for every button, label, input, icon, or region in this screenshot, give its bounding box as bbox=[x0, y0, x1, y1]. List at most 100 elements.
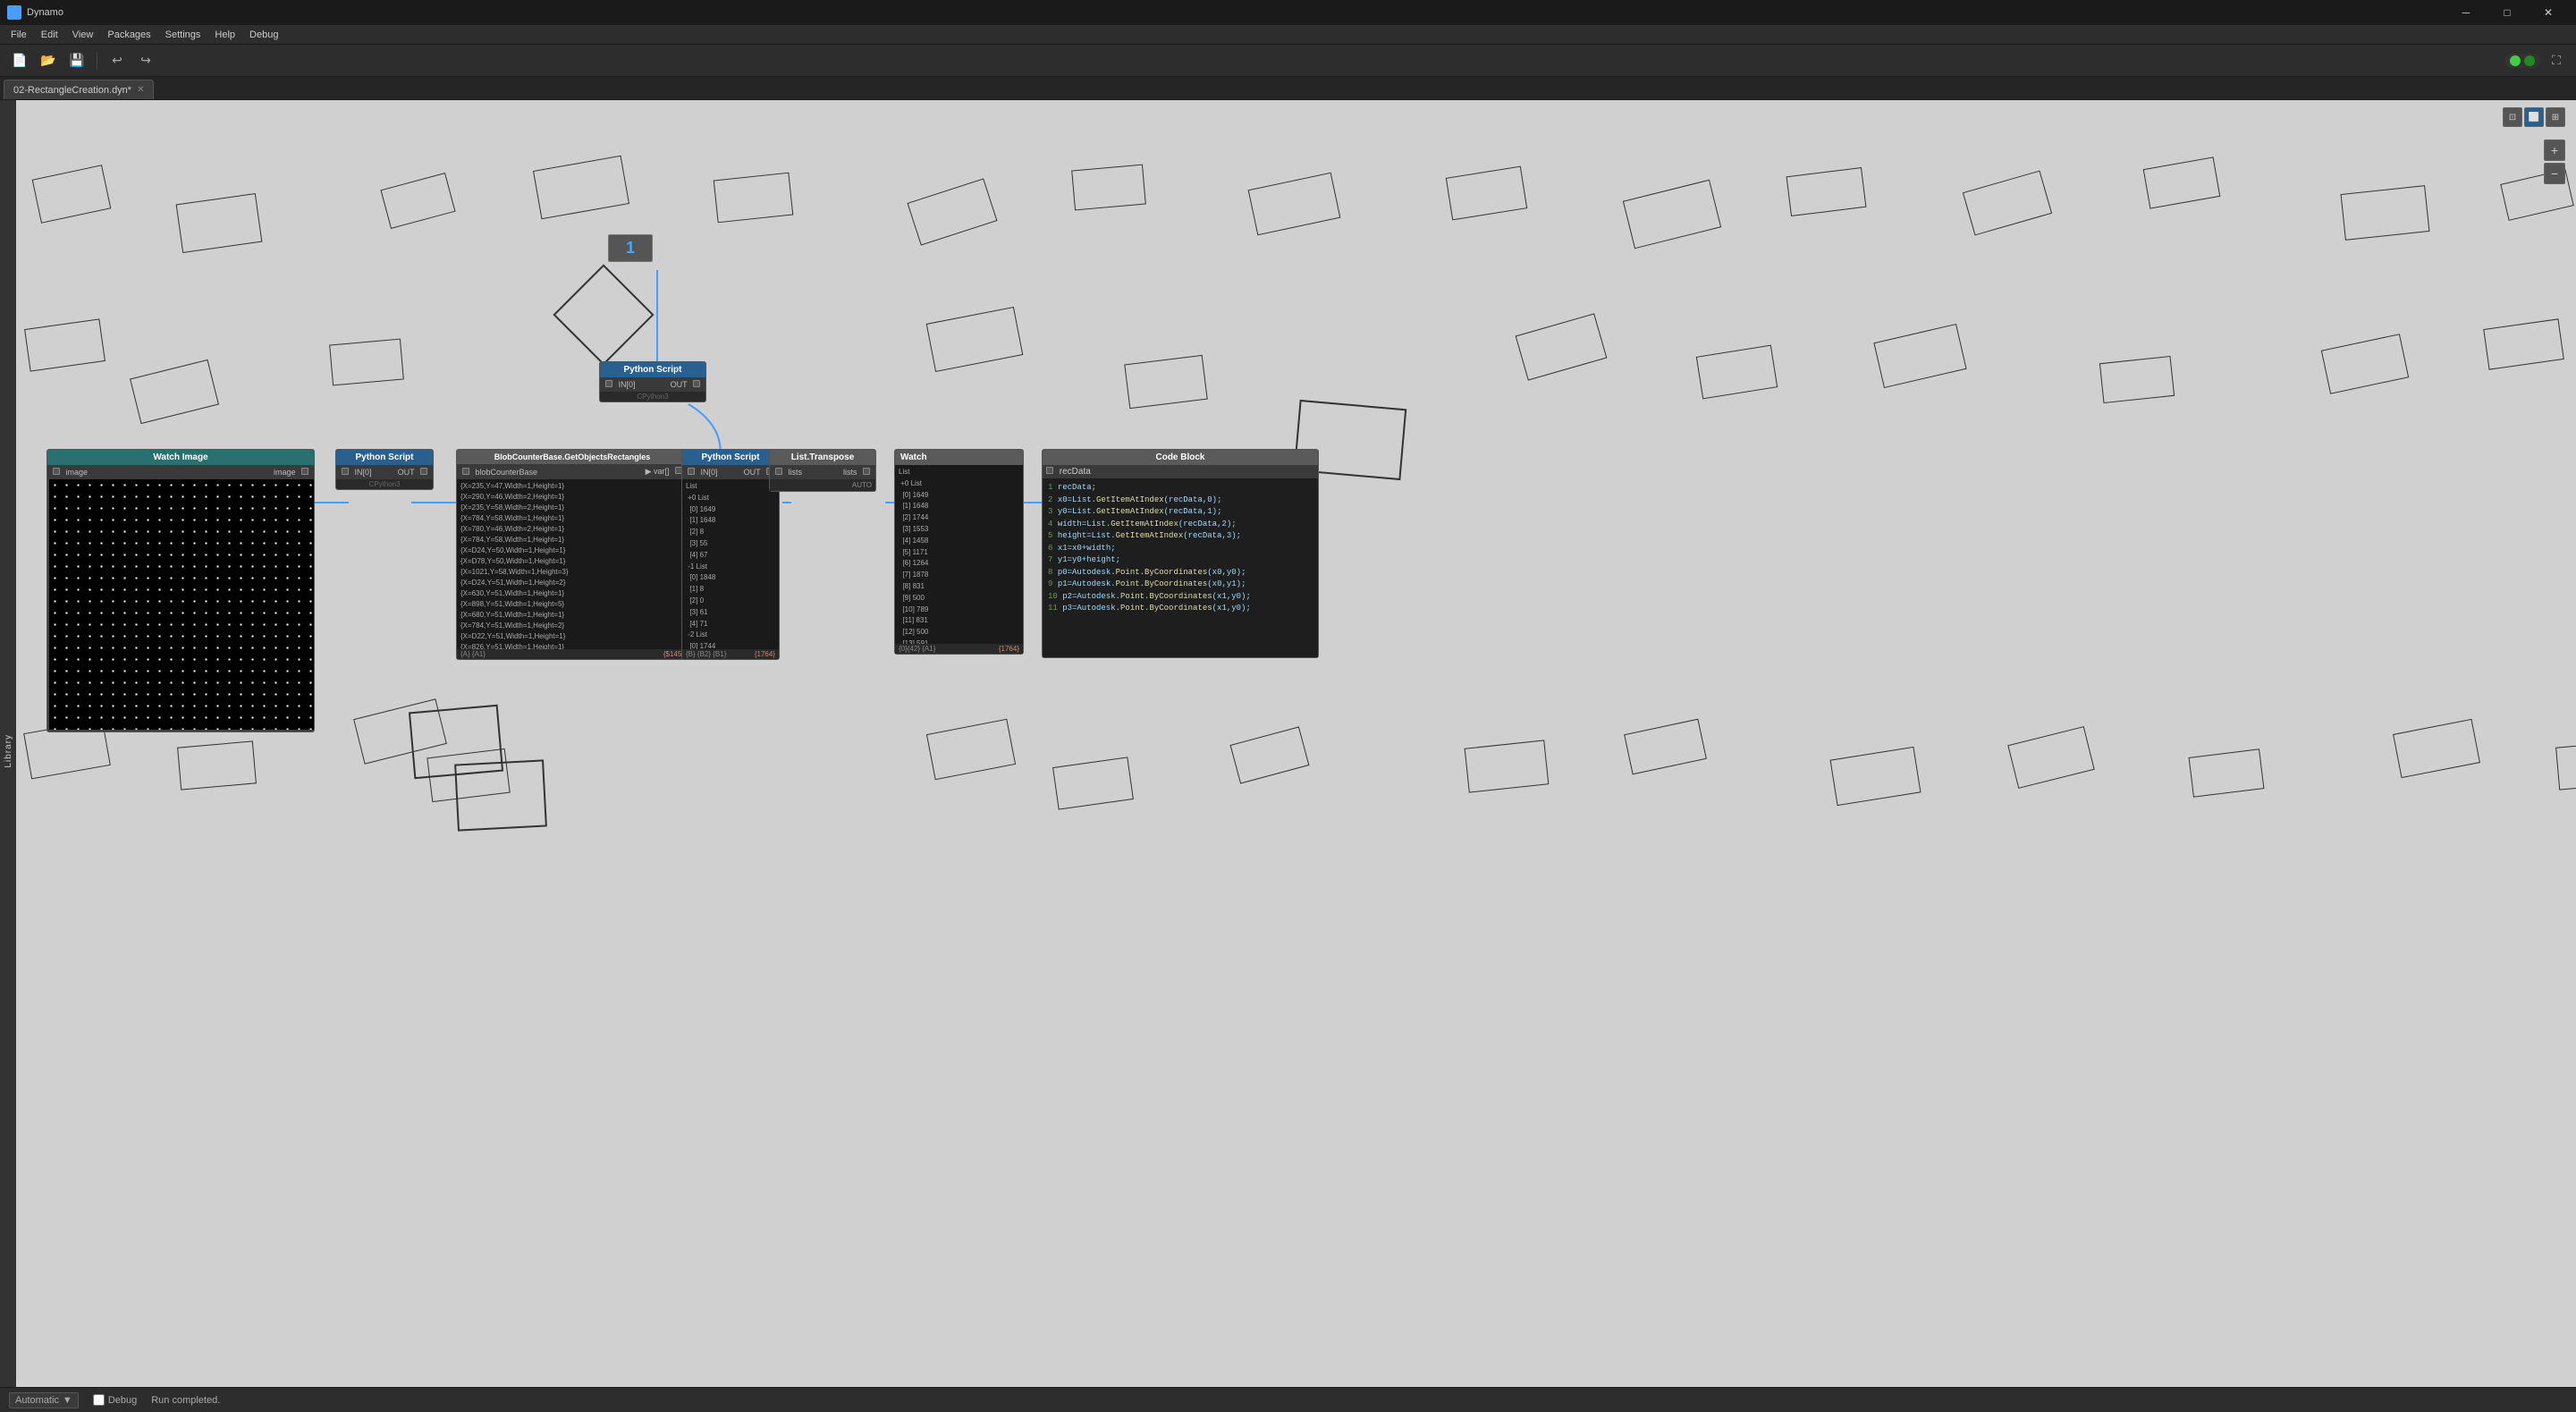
code-block-header: Code Block bbox=[1043, 450, 1318, 465]
zoom-minus-button[interactable]: − bbox=[2544, 163, 2565, 184]
tab-label: 02-RectangleCreation.dyn* bbox=[13, 85, 131, 96]
code-block-content[interactable]: 1 recData; 2 x0=List.GetItemAtIndex(recD… bbox=[1043, 478, 1318, 657]
menubar: File Edit View Packages Settings Help De… bbox=[0, 25, 2576, 45]
zoom-controls: + − bbox=[2544, 140, 2565, 184]
tab-rectangle-creation[interactable]: 02-RectangleCreation.dyn* ✕ bbox=[4, 80, 154, 99]
bc-out-label: ▶ var[] bbox=[646, 467, 682, 477]
tab-close-icon[interactable]: ✕ bbox=[137, 85, 144, 95]
python-script-node-top[interactable]: Python Script IN[0] OUT CPython3 bbox=[599, 361, 706, 402]
bg-rect-10 bbox=[1623, 180, 1721, 249]
list-transpose-body: lists lists bbox=[770, 465, 875, 479]
bg-rect-4 bbox=[533, 156, 629, 220]
menu-view[interactable]: View bbox=[65, 25, 101, 45]
watch-image-node[interactable]: Watch Image image image bbox=[46, 449, 315, 732]
python-script-right-content: List +0 List [0] 1649 [1] 1648 [2] 8 [3]… bbox=[682, 479, 779, 649]
split-view-btn[interactable]: ⊞ bbox=[2546, 107, 2565, 127]
port-out-label: OUT bbox=[671, 380, 700, 389]
bg-rect-40 bbox=[2555, 740, 2576, 790]
bg-rect-2 bbox=[176, 193, 263, 253]
lt-footer: AUTO bbox=[852, 481, 872, 489]
python-script-top-body: IN[0] OUT bbox=[600, 377, 705, 392]
bc-footer-text: {A} {A1} bbox=[460, 650, 486, 658]
zoom-plus-button[interactable]: + bbox=[2544, 140, 2565, 161]
run-dot-2 bbox=[2524, 55, 2535, 66]
blob-counter-content: {X=235,Y=47,Width=1,Height=1} {X=290,Y=4… bbox=[457, 479, 688, 649]
watch-node[interactable]: Watch List +0 List [0] 1649 [1] 1648 [2]… bbox=[894, 449, 1024, 655]
library-sidebar[interactable]: Library bbox=[0, 100, 16, 1401]
menu-packages[interactable]: Packages bbox=[100, 25, 157, 45]
menu-settings[interactable]: Settings bbox=[158, 25, 208, 45]
auto-select[interactable]: Automatic ▼ bbox=[9, 1392, 79, 1408]
psl-in-port bbox=[342, 468, 349, 475]
bg-rect-26 bbox=[2483, 318, 2564, 369]
menu-help[interactable]: Help bbox=[207, 25, 242, 45]
python-script-left-row: IN[0] OUT bbox=[338, 467, 431, 478]
auto-label: Automatic bbox=[15, 1395, 59, 1406]
bg-rect-20 bbox=[1124, 355, 1207, 409]
menu-edit[interactable]: Edit bbox=[34, 25, 65, 45]
debug-input[interactable] bbox=[93, 1394, 105, 1406]
number-node[interactable]: 1 bbox=[608, 234, 653, 262]
bg-rect-9 bbox=[1446, 166, 1527, 221]
minimize-button[interactable]: ─ bbox=[2445, 0, 2487, 25]
list-transpose-row: lists lists bbox=[772, 467, 874, 478]
bg-rect-5 bbox=[714, 173, 794, 224]
bg-rect-37 bbox=[2007, 726, 2094, 789]
app-title: Dynamo bbox=[27, 7, 63, 18]
bg-rect-14 bbox=[2341, 185, 2430, 241]
redo-button[interactable]: ↪ bbox=[133, 48, 158, 73]
bg-rect-36 bbox=[1830, 747, 1921, 806]
maximize-button[interactable]: □ bbox=[2487, 0, 2528, 25]
menu-debug[interactable]: Debug bbox=[242, 25, 285, 45]
new-button[interactable]: 📄 bbox=[7, 48, 32, 73]
close-button[interactable]: ✕ bbox=[2528, 0, 2569, 25]
python-script-node-left[interactable]: Python Script IN[0] OUT CPython3 bbox=[335, 449, 434, 490]
blob-counter-row: blobCounterBase ▶ var[] bbox=[459, 466, 686, 478]
bg-rect-13 bbox=[2143, 156, 2221, 208]
in-port bbox=[605, 380, 612, 387]
list-transpose-header: List.Transpose bbox=[770, 450, 875, 465]
bg-rect-31 bbox=[926, 719, 1016, 781]
app-icon bbox=[7, 5, 21, 20]
bg-rect-28 bbox=[177, 740, 257, 790]
bg-rect-23 bbox=[1873, 324, 1966, 388]
watch-image-ports: image image bbox=[47, 465, 314, 479]
python-script-top-header: Python Script bbox=[600, 362, 705, 377]
watch-footer: {0}{42} {A1} {1764} bbox=[895, 644, 1023, 654]
psl-in-label: IN[0] bbox=[342, 468, 372, 477]
fullscreen-button[interactable]: ⛶ bbox=[2544, 48, 2569, 73]
psr-in-port bbox=[688, 468, 695, 475]
bg-rect-8 bbox=[1248, 173, 1341, 236]
bg-rect-11 bbox=[1786, 167, 1867, 216]
bc-in-label: blobCounterBase bbox=[462, 468, 537, 477]
code-block-node[interactable]: Code Block recData 1 recData; 2 x0=List.… bbox=[1042, 449, 1319, 658]
list-transpose-footer: AUTO bbox=[770, 479, 875, 491]
bc-in-port bbox=[462, 468, 469, 475]
canvas-area[interactable]: Library 1 Python Script IN[0] OUT CP bbox=[0, 100, 2576, 1401]
cb-in-label: recData bbox=[1046, 467, 1091, 477]
menu-file[interactable]: File bbox=[4, 25, 34, 45]
bg-rect-35 bbox=[1624, 719, 1707, 775]
open-button[interactable]: 📂 bbox=[36, 48, 61, 73]
number-value: 1 bbox=[608, 234, 653, 262]
bg-rect-24 bbox=[2099, 356, 2175, 403]
graph-view-btn[interactable]: ⊡ bbox=[2503, 107, 2522, 127]
watch-image-header: Watch Image bbox=[47, 450, 314, 465]
python-script-top-footer: CPython3 bbox=[600, 392, 705, 402]
bg-rect-6 bbox=[907, 178, 997, 245]
python-script-left-footer: CPython3 bbox=[336, 479, 433, 489]
3d-view-btn[interactable]: ⬜ bbox=[2524, 107, 2544, 127]
list-transpose-node[interactable]: List.Transpose lists lists AUTO bbox=[769, 449, 876, 492]
bg-rect-18 bbox=[329, 339, 404, 386]
statusbar: Automatic ▼ Debug Run completed. bbox=[0, 1387, 2576, 1412]
blob-counter-node[interactable]: BlobCounterBase.GetObjectsRectangles blo… bbox=[456, 449, 688, 660]
diamond-shape-1 bbox=[553, 264, 654, 365]
debug-checkbox[interactable]: Debug bbox=[93, 1394, 137, 1406]
cb-in-port bbox=[1046, 467, 1053, 474]
blob-counter-footer: {A} {A1} {$145} bbox=[457, 649, 688, 659]
run-status: Run completed. bbox=[151, 1395, 220, 1406]
python-script-node-right[interactable]: Python Script IN[0] OUT List +0 List [0]… bbox=[681, 449, 780, 660]
undo-button[interactable]: ↩ bbox=[105, 48, 130, 73]
wi-out-port bbox=[301, 468, 308, 475]
save-button[interactable]: 💾 bbox=[64, 48, 89, 73]
